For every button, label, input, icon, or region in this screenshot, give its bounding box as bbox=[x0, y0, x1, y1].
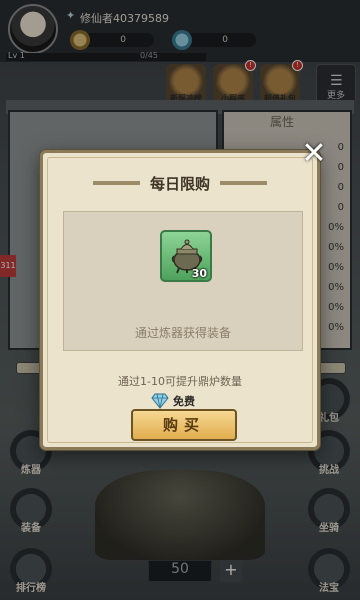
daily-limited-purchase-dialog: ✕ 每日限购 30 通过炼器获得装备 通过1-10可提升鼎炉数量 免费 购买 bbox=[40, 139, 327, 450]
item-quantity: 30 bbox=[191, 267, 207, 280]
item-description: 通过炼器获得装备 bbox=[134, 326, 231, 340]
buy-button[interactable]: 购买 bbox=[131, 409, 237, 441]
reward-content-box: 30 通过炼器获得装备 bbox=[63, 211, 303, 351]
item-slot[interactable]: 30 bbox=[160, 230, 212, 282]
gem-icon bbox=[151, 393, 169, 409]
dialog-title: 每日限购 bbox=[139, 171, 220, 196]
dialog-title-bar: 每日限购 bbox=[43, 171, 317, 196]
close-button[interactable]: ✕ bbox=[299, 139, 329, 171]
hint-text: 通过1-10可提升鼎炉数量 bbox=[118, 375, 242, 388]
price-label: 免费 bbox=[173, 395, 195, 408]
